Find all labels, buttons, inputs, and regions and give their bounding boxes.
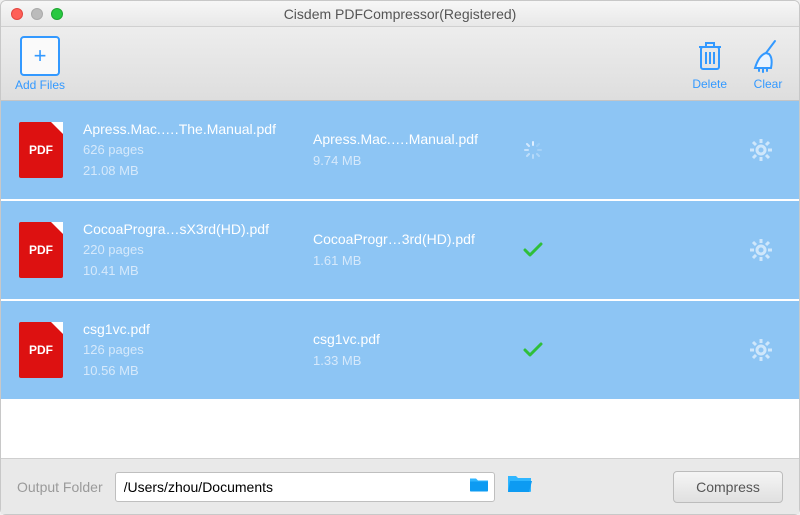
add-files-button[interactable]: + Add Files (15, 36, 65, 92)
file-row[interactable]: PDF CocoaProgra…sX3rd(HD).pdf 220 pages … (1, 201, 799, 301)
output-info: CocoaProgr…3rd(HD).pdf 1.61 MB (313, 228, 513, 271)
status-icon (513, 338, 553, 362)
folder-icon (469, 476, 489, 497)
window-title: Cisdem PDFCompressor(Registered) (1, 6, 799, 22)
broom-icon (751, 37, 785, 75)
source-pages: 126 pages (83, 340, 313, 361)
settings-gear-button[interactable] (741, 338, 781, 362)
toolbar: + Add Files Delete Clear (1, 27, 799, 101)
browse-folder-button[interactable] (507, 474, 533, 499)
delete-label: Delete (692, 77, 727, 91)
zoom-window-button[interactable] (51, 8, 63, 20)
close-window-button[interactable] (11, 8, 23, 20)
settings-gear-button[interactable] (741, 238, 781, 262)
footer: Output Folder Compress (1, 458, 799, 514)
source-pages: 626 pages (83, 140, 313, 161)
compress-button[interactable]: Compress (673, 471, 783, 503)
output-filename: csg1vc.pdf (313, 328, 513, 350)
titlebar: Cisdem PDFCompressor(Registered) (1, 1, 799, 27)
output-size: 9.74 MB (313, 151, 513, 172)
settings-gear-button[interactable] (741, 138, 781, 162)
output-path-input[interactable] (115, 472, 495, 502)
output-folder-label: Output Folder (17, 479, 103, 495)
status-icon (513, 238, 553, 262)
app-window: Cisdem PDFCompressor(Registered) + Add F… (0, 0, 800, 515)
file-row[interactable]: PDF csg1vc.pdf 126 pages 10.56 MB csg1vc… (1, 301, 799, 401)
output-filename: Apress.Mac.….Manual.pdf (313, 128, 513, 150)
source-filename: Apress.Mac.….The.Manual.pdf (83, 118, 313, 140)
minimize-window-button[interactable] (31, 8, 43, 20)
source-info: csg1vc.pdf 126 pages 10.56 MB (83, 318, 313, 382)
file-list: PDF Apress.Mac.….The.Manual.pdf 626 page… (1, 101, 799, 458)
pdf-icon: PDF (19, 222, 63, 278)
plus-icon: + (20, 36, 60, 76)
add-files-label: Add Files (15, 78, 65, 92)
delete-button[interactable]: Delete (692, 37, 727, 91)
output-info: csg1vc.pdf 1.33 MB (313, 328, 513, 371)
traffic-lights (11, 8, 63, 20)
pdf-icon: PDF (19, 322, 63, 378)
source-size: 21.08 MB (83, 161, 313, 182)
clear-button[interactable]: Clear (751, 37, 785, 91)
source-filename: CocoaProgra…sX3rd(HD).pdf (83, 218, 313, 240)
source-filename: csg1vc.pdf (83, 318, 313, 340)
source-info: CocoaProgra…sX3rd(HD).pdf 220 pages 10.4… (83, 218, 313, 282)
output-filename: CocoaProgr…3rd(HD).pdf (313, 228, 513, 250)
output-path-wrap (115, 472, 495, 502)
source-info: Apress.Mac.….The.Manual.pdf 626 pages 21… (83, 118, 313, 182)
output-size: 1.61 MB (313, 251, 513, 272)
source-pages: 220 pages (83, 240, 313, 261)
file-row[interactable]: PDF Apress.Mac.….The.Manual.pdf 626 page… (1, 101, 799, 201)
trash-icon (693, 37, 727, 75)
output-info: Apress.Mac.….Manual.pdf 9.74 MB (313, 128, 513, 171)
source-size: 10.56 MB (83, 361, 313, 382)
pdf-icon: PDF (19, 122, 63, 178)
status-icon (513, 140, 553, 160)
clear-label: Clear (754, 77, 783, 91)
output-size: 1.33 MB (313, 351, 513, 372)
source-size: 10.41 MB (83, 261, 313, 282)
